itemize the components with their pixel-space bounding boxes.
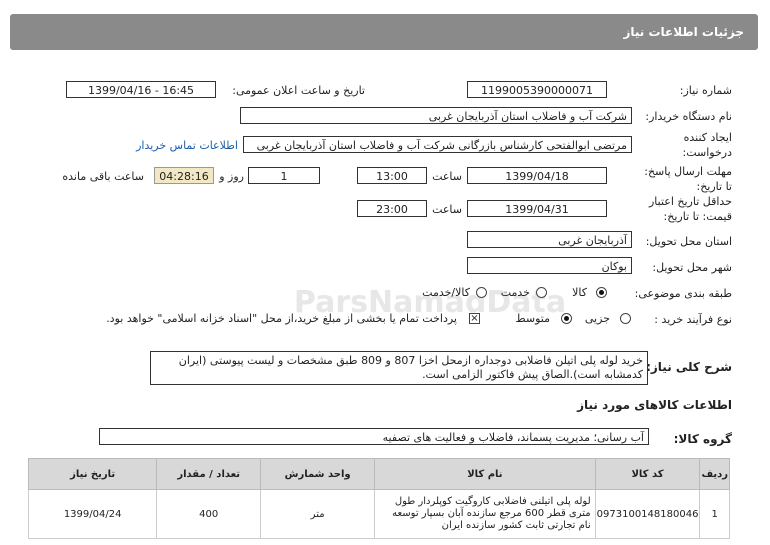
cell-unit: متر bbox=[260, 489, 376, 539]
contact-buyer-link[interactable]: اطلاعات تماس خریدار bbox=[136, 139, 238, 152]
need-number-label: شماره نیاز: bbox=[679, 84, 732, 97]
process-radio-medium[interactable] bbox=[561, 313, 572, 324]
treasury-checkbox[interactable]: × bbox=[469, 313, 480, 324]
table-header-row: ردیف کد کالا نام کالا واحد شمارش تعداد /… bbox=[27, 458, 730, 490]
days-label: روز و bbox=[219, 170, 244, 183]
category-radio-goods[interactable] bbox=[596, 287, 607, 298]
cell-row: 1 bbox=[699, 489, 730, 539]
validity-label-2: قیمت: تا تاریخ: bbox=[663, 210, 732, 223]
goods-section-title: اطلاعات کالاهای مورد نیاز bbox=[577, 398, 732, 412]
city-label: شهر محل تحویل: bbox=[652, 261, 732, 274]
creator-field: مرتضی ابوالفتحی کارشناس بازرگانی شرکت آب… bbox=[243, 136, 632, 153]
buyer-label: نام دستگاه خریدار: bbox=[645, 110, 732, 123]
col-date: تاریخ نیاز bbox=[27, 458, 158, 490]
category-option-both: کالا/خدمت bbox=[422, 286, 470, 299]
category-radio-service[interactable] bbox=[536, 287, 547, 298]
reply-label-1: مهلت ارسال پاسخ: bbox=[644, 165, 732, 178]
col-unit: واحد شمارش bbox=[260, 458, 376, 490]
validity-label-1: حداقل تاریخ اعتبار bbox=[648, 195, 732, 208]
cell-code: 0973100148180046 bbox=[594, 489, 701, 539]
reply-date-field: 1399/04/18 bbox=[467, 167, 607, 184]
description-box: خرید لوله پلی اتیلن فاضلابی دوجداره ازمح… bbox=[150, 351, 648, 385]
process-label: نوع فرآیند خرید : bbox=[654, 313, 732, 326]
category-radio-both[interactable] bbox=[476, 287, 487, 298]
goods-group-field: آب رسانی؛ مدیریت پسماند، فاضلاب و فعالیت… bbox=[99, 428, 649, 445]
reply-label-2: تا تاریخ: bbox=[696, 180, 732, 193]
process-option-minor: جزیی bbox=[584, 312, 610, 325]
city-field: بوکان bbox=[467, 257, 632, 274]
cell-name: لوله پلی اتیلنی فاضلابی کاروگیت کوپلردار… bbox=[374, 489, 596, 539]
payment-note: پرداخت تمام یا بخشی از مبلغ خرید،از محل … bbox=[106, 312, 457, 325]
validity-date-field: 1399/04/31 bbox=[467, 200, 607, 217]
category-label: طبقه بندی موضوعی: bbox=[634, 287, 732, 300]
col-code: کد کالا bbox=[594, 458, 701, 490]
province-label: استان محل تحویل: bbox=[645, 235, 732, 248]
goods-group-label: گروه کالا: bbox=[673, 432, 732, 446]
col-qty: تعداد / مقدار bbox=[156, 458, 262, 490]
days-field: 1 bbox=[248, 167, 320, 184]
creator-label-2: درخواست: bbox=[682, 146, 732, 159]
description-label: شرح کلی نیاز: bbox=[646, 360, 732, 374]
page-title: جزئیات اطلاعات نیاز bbox=[623, 25, 744, 39]
cell-date: 1399/04/24 bbox=[27, 489, 158, 539]
col-name: نام کالا bbox=[374, 458, 596, 490]
validity-time-field: 23:00 bbox=[357, 200, 427, 217]
creator-label-1: ایجاد کننده bbox=[683, 131, 732, 144]
reply-time-label: ساعت bbox=[432, 170, 462, 183]
reply-time-field: 13:00 bbox=[357, 167, 427, 184]
title-bar: جزئیات اطلاعات نیاز bbox=[10, 14, 758, 50]
province-field: آذربایجان غربی bbox=[467, 231, 632, 248]
remaining-label: ساعت باقی مانده bbox=[62, 170, 144, 183]
remaining-time-field: 04:28:16 bbox=[154, 167, 214, 184]
process-option-medium: متوسط bbox=[515, 312, 550, 325]
category-option-goods: کالا bbox=[572, 286, 587, 299]
goods-table: ردیف کد کالا نام کالا واحد شمارش تعداد /… bbox=[27, 458, 730, 539]
buyer-field: شرکت آب و فاضلاب استان آذربایجان غربی bbox=[240, 107, 632, 124]
validity-time-label: ساعت bbox=[432, 203, 462, 216]
need-number-field: 1199005390000071 bbox=[467, 81, 607, 98]
table-row[interactable]: 1 0973100148180046 لوله پلی اتیلنی فاضلا… bbox=[27, 489, 730, 539]
announce-label: تاریخ و ساعت اعلان عمومی: bbox=[232, 84, 365, 97]
announce-field: 1399/04/16 - 16:45 bbox=[66, 81, 216, 98]
col-row: ردیف bbox=[699, 458, 730, 490]
cell-qty: 400 bbox=[156, 489, 262, 539]
process-radio-minor[interactable] bbox=[620, 313, 631, 324]
category-option-service: خدمت bbox=[500, 286, 530, 299]
